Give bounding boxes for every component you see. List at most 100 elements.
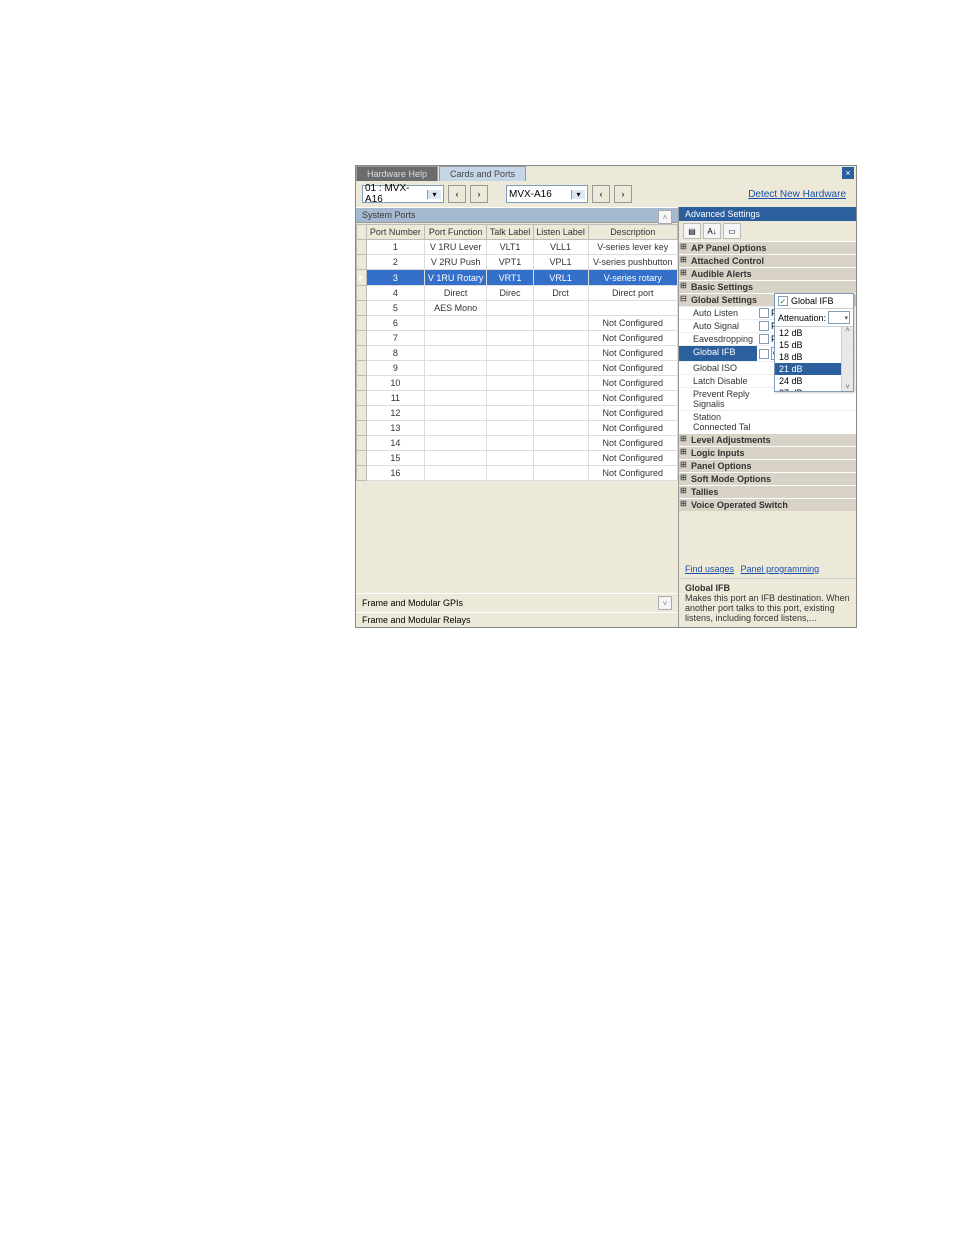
cat-panel-options[interactable]: Panel Options [679, 459, 856, 472]
col-talk-label[interactable]: Talk Label [487, 225, 533, 240]
gpis-section[interactable]: Frame and Modular GPIs ˅ [356, 593, 678, 612]
categorized-button[interactable]: ▤ [683, 223, 701, 239]
checkbox-icon[interactable] [759, 308, 769, 318]
cell[interactable] [424, 391, 487, 406]
cell[interactable]: Direct [424, 286, 487, 301]
cell[interactable]: VPT1 [487, 255, 533, 270]
table-row[interactable]: 2V 2RU PushVPT1VPL1V-series pushbutton [357, 255, 678, 270]
row-selector[interactable] [357, 361, 367, 376]
relays-section[interactable]: Frame and Modular Relays [356, 612, 678, 627]
popup-scrollbar[interactable]: ˄˅ [841, 327, 853, 391]
tab-cards-and-ports[interactable]: Cards and Ports [439, 166, 526, 181]
cell[interactable]: 8 [367, 346, 425, 361]
cell[interactable]: Not Configured [588, 376, 677, 391]
cell[interactable]: Not Configured [588, 331, 677, 346]
cell[interactable]: 12 [367, 406, 425, 421]
cell[interactable]: Direct port [588, 286, 677, 301]
slot-next-button[interactable]: › [470, 185, 488, 203]
slot-dropdown[interactable]: 01 : MVX-A16 ▾ [362, 185, 444, 203]
global-ifb-popup[interactable]: Global IFB Attenuation: ▾ ˄˅ 12 dB15 dB1… [774, 293, 854, 392]
slot-prev-button[interactable]: ‹ [448, 185, 466, 203]
table-row[interactable]: 16 Not Configured [357, 466, 678, 481]
cell[interactable] [533, 346, 588, 361]
cell[interactable] [487, 406, 533, 421]
table-row[interactable]: 7Not Configured [357, 331, 678, 346]
card-dropdown[interactable]: MVX-A16 ▾ [506, 185, 588, 203]
row-selector[interactable]: ▸ [357, 270, 367, 286]
cell[interactable]: AES Mono [424, 301, 487, 316]
cell[interactable]: 11 [367, 391, 425, 406]
cell[interactable]: 5 [367, 301, 425, 316]
cat-basic-settings[interactable]: Basic Settings [679, 280, 856, 293]
cell[interactable] [424, 331, 487, 346]
table-row[interactable]: 11 Not Configured [357, 391, 678, 406]
scroll-down-icon[interactable]: ˅ [845, 384, 849, 391]
cell[interactable] [533, 406, 588, 421]
table-row[interactable]: 1V 1RU LeverVLT1VLL1V-series lever key [357, 240, 678, 255]
close-button[interactable]: × [842, 167, 854, 179]
cell[interactable] [487, 376, 533, 391]
cell[interactable]: Not Configured [588, 451, 677, 466]
cell[interactable]: 16 [367, 466, 425, 481]
checkbox-icon[interactable] [759, 321, 769, 331]
row-selector[interactable] [357, 391, 367, 406]
cell[interactable]: Not Configured [588, 391, 677, 406]
cell[interactable]: VLT1 [487, 240, 533, 255]
property-pages-button[interactable]: ▭ [723, 223, 741, 239]
cell[interactable] [424, 466, 487, 481]
cell[interactable]: V-series lever key [588, 240, 677, 255]
col-port-number[interactable]: Port Number [367, 225, 425, 240]
cell[interactable]: 3 [367, 270, 425, 286]
cell[interactable]: V-series rotary [588, 270, 677, 286]
cell[interactable]: 14 [367, 436, 425, 451]
cell[interactable]: Not Configured [588, 346, 677, 361]
cell[interactable]: 1 [367, 240, 425, 255]
cell[interactable] [487, 346, 533, 361]
table-row[interactable]: 13Not Configured [357, 421, 678, 436]
cell[interactable] [487, 436, 533, 451]
cell[interactable]: VRT1 [487, 270, 533, 286]
cell[interactable] [588, 301, 677, 316]
cell[interactable] [487, 316, 533, 331]
cell[interactable] [424, 421, 487, 436]
checkbox-icon[interactable] [759, 334, 769, 344]
scroll-up-icon[interactable]: ˄ [845, 327, 849, 334]
system-ports-header[interactable]: System Ports ˄ [356, 207, 678, 223]
cat-voice-operated-switch[interactable]: Voice Operated Switch [679, 498, 856, 511]
row-selector[interactable] [357, 466, 367, 481]
cell[interactable]: Not Configured [588, 406, 677, 421]
cell[interactable]: Not Configured [588, 361, 677, 376]
table-row[interactable]: 14Not Configured [357, 436, 678, 451]
table-row[interactable]: 5AES Mono [357, 301, 678, 316]
col-description[interactable]: Description [588, 225, 677, 240]
cell[interactable] [424, 316, 487, 331]
cell[interactable] [533, 466, 588, 481]
panel-programming-link[interactable]: Panel programming [741, 564, 820, 574]
row-selector[interactable] [357, 436, 367, 451]
cell[interactable] [487, 466, 533, 481]
row-selector[interactable] [357, 451, 367, 466]
attenuation-dropdown[interactable]: ▾ [828, 311, 850, 324]
cell[interactable]: VPL1 [533, 255, 588, 270]
table-row[interactable]: 10Not Configured [357, 376, 678, 391]
cell[interactable]: VLL1 [533, 240, 588, 255]
cell[interactable] [424, 436, 487, 451]
cell[interactable] [487, 451, 533, 466]
cell[interactable]: Drct [533, 286, 588, 301]
cell[interactable] [424, 451, 487, 466]
cell[interactable]: V 2RU Push [424, 255, 487, 270]
table-row[interactable]: 9Not Configured [357, 361, 678, 376]
prop-station-connected[interactable]: Station Connected Tal [679, 410, 856, 433]
scroll-up-icon[interactable]: ˄ [658, 210, 672, 224]
row-selector[interactable] [357, 421, 367, 436]
cell[interactable]: 6 [367, 316, 425, 331]
cell[interactable] [487, 331, 533, 346]
row-selector[interactable] [357, 346, 367, 361]
col-listen-label[interactable]: Listen Label [533, 225, 588, 240]
row-selector[interactable] [357, 406, 367, 421]
cell[interactable] [424, 346, 487, 361]
row-selector[interactable] [357, 240, 367, 255]
table-row[interactable]: 15Not Configured [357, 451, 678, 466]
cell[interactable]: Not Configured [588, 466, 677, 481]
col-port-function[interactable]: Port Function [424, 225, 487, 240]
